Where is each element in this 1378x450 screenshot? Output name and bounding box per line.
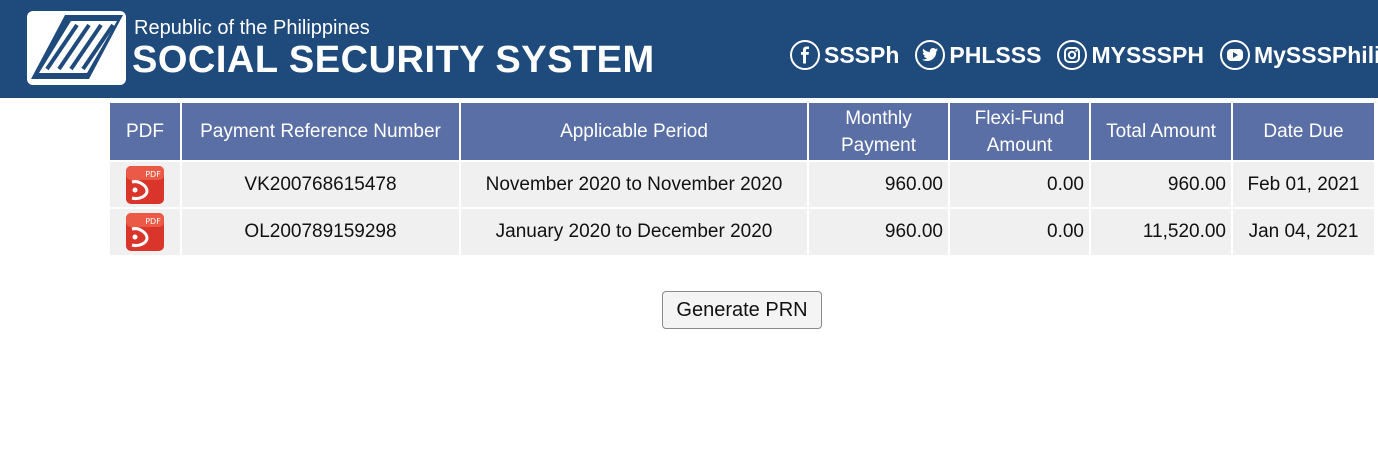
pdf-icon[interactable]: PDF: [125, 212, 165, 252]
total-cell: 960.00: [1090, 160, 1233, 208]
flexi-cell: 0.00: [949, 207, 1091, 255]
sss-logo: [27, 11, 126, 85]
social-label-facebook: SSSPh: [824, 42, 900, 68]
social-link-instagram[interactable]: MYSSSPH: [1057, 40, 1204, 70]
instagram-icon: [1057, 40, 1088, 70]
social-label-instagram: MYSSSPH: [1091, 42, 1204, 68]
social-label-youtube: MySSSPhilippines: [1253, 42, 1378, 68]
prn-cell: OL200789159298: [181, 207, 461, 255]
pdf-icon[interactable]: PDF: [125, 165, 165, 205]
generate-prn-button[interactable]: Generate PRN: [662, 291, 822, 329]
site-header: Republic of the Philippines SOCIAL SECUR…: [0, 0, 1378, 98]
period-cell: November 2020 to November 2020: [460, 160, 809, 208]
monthly-cell: 960.00: [808, 160, 950, 208]
pdf-cell: PDF: [110, 160, 182, 208]
flexi-cell: 0.00: [949, 160, 1091, 208]
youtube-icon: [1219, 40, 1250, 70]
twitter-icon: [915, 40, 946, 70]
table-row: PDF VK200768615478 November 2020 to Nove…: [110, 160, 1374, 208]
column-header-pdf: PDF: [110, 103, 182, 161]
org-subtitle: Republic of the Philippines: [134, 17, 370, 39]
column-header-monthly: Monthly Payment: [808, 103, 950, 161]
column-header-period: Applicable Period: [460, 103, 809, 161]
social-links: SSSPh PHLSSS MYSSSPH MySSSPhilippines: [790, 40, 1378, 70]
period-cell: January 2020 to December 2020: [460, 207, 809, 255]
column-header-flexi-line1: Flexi-Fund: [974, 107, 1065, 129]
pdf-cell: PDF: [110, 207, 182, 255]
social-link-twitter[interactable]: PHLSSS: [915, 40, 1041, 70]
column-header-monthly-line1: Monthly: [845, 107, 912, 129]
svg-text:PDF: PDF: [145, 217, 161, 226]
due-cell: Jan 04, 2021: [1232, 207, 1374, 255]
column-header-total: Total Amount: [1090, 103, 1233, 161]
total-cell: 11,520.00: [1090, 207, 1233, 255]
social-link-youtube[interactable]: MySSSPhilippines: [1219, 40, 1378, 70]
due-cell: Feb 01, 2021: [1232, 160, 1374, 208]
facebook-icon: [790, 40, 820, 70]
prn-cell: VK200768615478: [181, 160, 461, 208]
table-header-row: PDF Payment Reference Number Applicable …: [110, 103, 1374, 161]
column-header-flexi-line2: Amount: [986, 134, 1053, 156]
svg-text:PDF: PDF: [145, 170, 161, 179]
column-header-prn: Payment Reference Number: [181, 103, 461, 161]
social-label-twitter: PHLSSS: [949, 42, 1042, 68]
monthly-cell: 960.00: [808, 207, 950, 255]
column-header-monthly-line2: Payment: [841, 134, 916, 156]
table-row: PDF OL200789159298 January 2020 to Decem…: [110, 207, 1374, 255]
social-link-facebook[interactable]: SSSPh: [790, 40, 899, 70]
column-header-flexi: Flexi-Fund Amount: [949, 103, 1091, 161]
org-title: SOCIAL SECURITY SYSTEM: [132, 39, 655, 81]
column-header-due: Date Due: [1232, 103, 1374, 161]
prn-table: PDF Payment Reference Number Applicable …: [110, 103, 1374, 255]
